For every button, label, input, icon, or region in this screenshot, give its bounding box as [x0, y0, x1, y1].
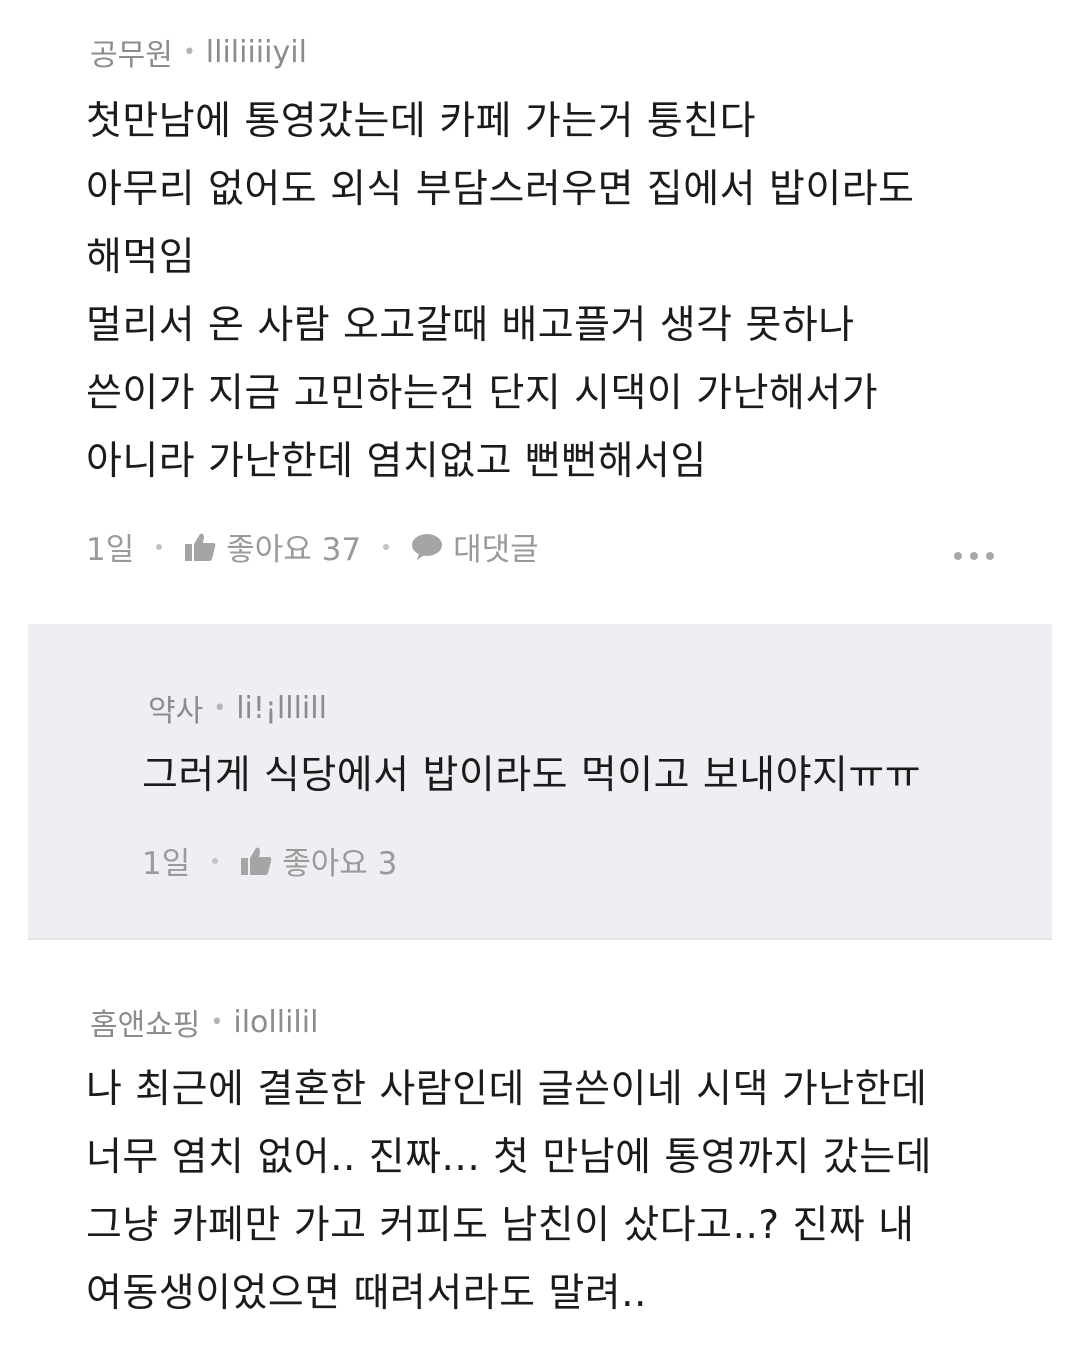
meta-separator: •	[210, 1009, 224, 1035]
reply-footer: 1일 좋아요 3	[142, 838, 397, 883]
comment-user-id[interactable]: lliliiiiyil	[206, 35, 307, 70]
comment-line: 여동생이었으면 때려서라도 말려..	[86, 1271, 647, 1316]
comment-time: 1일	[86, 532, 135, 568]
comment-body: 나 최근에 결혼한 사람인데 글쓴이네 시댁 가난한데 너무 염치 없어.. 진…	[86, 1056, 932, 1328]
comment-meta: 공무원 • lliliiiiyil	[90, 30, 307, 74]
comment-line: 그냥 카페만 가고 커피도 남친이 샀다고..? 진짜 내	[86, 1203, 915, 1248]
footer-separator	[156, 543, 163, 550]
reply-body: 그러게 식당에서 밥이라도 먹이고 보내야지ㅠㅠ	[142, 742, 921, 810]
reply-user-id[interactable]: li!¡lllill	[236, 691, 327, 726]
meta-separator: •	[213, 695, 227, 721]
reply-meta: 약사 • li!¡lllill	[148, 686, 327, 730]
thumbs-up-icon	[184, 532, 216, 562]
like-label: 좋아요 3	[282, 846, 398, 882]
more-options-icon[interactable]	[954, 552, 994, 560]
comment-line: 너무 염치 없어.. 진짜... 첫 만남에 통영까지 갔는데	[86, 1135, 932, 1180]
reply-button[interactable]: 대댓글	[411, 524, 539, 569]
reply-nickname[interactable]: 약사	[148, 686, 203, 730]
comment-line: 나 최근에 결혼한 사람인데 글쓴이네 시댁 가난한데	[86, 1067, 928, 1112]
meta-separator: •	[182, 39, 196, 65]
comment-nickname[interactable]: 홈앤쇼핑	[90, 1000, 200, 1044]
speech-bubble-icon	[411, 533, 443, 561]
comment-line: 첫만남에 통영갔는데 카페 가는거 퉁친다	[86, 99, 757, 144]
comment-line: 아무리 없어도 외식 부담스러우면 집에서 밥이라도	[86, 167, 915, 212]
comment-meta: 홈앤쇼핑 • ilollilil	[90, 1000, 318, 1044]
reply-time: 1일	[142, 846, 191, 882]
reply-text: 그러게 식당에서 밥이라도 먹이고 보내야지ㅠㅠ	[142, 753, 922, 798]
comment-line: 멀리서 온 사람 오고갈때 배고플거 생각 못하나	[86, 303, 855, 348]
footer-separator	[212, 857, 219, 864]
comment-nickname[interactable]: 공무원	[90, 30, 173, 74]
comment-footer: 1일 좋아요 37 대댓글	[86, 524, 539, 569]
comment-thread: 공무원 • lliliiiiyil 첫만남에 통영갔는데 카페 가는거 퉁친다 …	[0, 0, 1080, 1349]
comment-body: 첫만남에 통영갔는데 카페 가는거 퉁친다 아무리 없어도 외식 부담스러우면 …	[86, 88, 914, 496]
comment-line: 쓴이가 지금 고민하는건 단지 시댁이 가난해서가	[86, 371, 879, 416]
reply-container: 약사 • li!¡lllill 그러게 식당에서 밥이라도 먹이고 보내야지ㅠㅠ…	[28, 624, 1052, 940]
reply-label: 대댓글	[453, 532, 539, 568]
thumbs-up-icon	[240, 846, 272, 876]
like-button[interactable]: 좋아요 3	[240, 838, 397, 883]
like-button[interactable]: 좋아요 37	[184, 524, 361, 569]
footer-separator	[383, 543, 390, 550]
comment-line: 아니라 가난한데 염치없고 뻔뻔해서임	[86, 439, 707, 484]
like-label: 좋아요 37	[226, 532, 362, 568]
comment-user-id[interactable]: ilollilil	[233, 1005, 318, 1040]
comment-line: 해먹임	[86, 235, 196, 280]
